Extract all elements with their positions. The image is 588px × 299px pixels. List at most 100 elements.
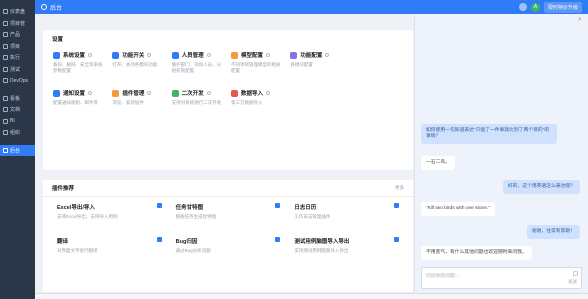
help-icon[interactable] [88, 53, 93, 57]
notification-icon[interactable] [518, 3, 527, 11]
plugin-title: 插件推荐 [52, 186, 75, 192]
send-button[interactable]: 发送 [568, 279, 577, 285]
help-icon[interactable] [88, 91, 93, 95]
help-icon[interactable] [266, 53, 270, 57]
settings-tile [350, 51, 403, 85]
help-icon[interactable] [206, 53, 211, 57]
chat-message: 好的，这个用英语怎么表达呢？ [502, 180, 580, 194]
settings-tile-icon [230, 51, 238, 59]
sidebar-item-admin[interactable]: 后台 [0, 144, 35, 156]
settings-tile-name: 通知设置 [63, 91, 86, 97]
plugin-item[interactable]: Bug归因通过Bug分析问题 [176, 237, 281, 263]
more-link[interactable]: 更多 [395, 185, 404, 191]
sidebar-item-label: BI [10, 118, 15, 125]
plugin-name: 日志日历 [294, 205, 317, 211]
settings-tile-desc: 浏览、安装插件 [112, 100, 144, 105]
avatar[interactable]: A [530, 2, 540, 12]
status-bar [35, 293, 588, 299]
settings-tile[interactable]: 数据导入第三方数据导入 [230, 89, 284, 123]
settings-tile[interactable]: 人员管理 维护部门、添加人员、分组权限配置 [171, 51, 225, 85]
settings-tile-icon [112, 51, 120, 59]
settings-tile[interactable]: 功能配置各模块配置 [290, 51, 343, 85]
plugin-item[interactable]: 翻译 对界面文字进行翻译 [57, 237, 162, 263]
settings-tile[interactable]: 功能开关 打开、关闭各模块功能 [112, 51, 165, 85]
product-icon [3, 32, 8, 38]
edit-icon[interactable] [573, 271, 578, 276]
plugin-item[interactable]: 测试用例脑图导入导出 支持测试用例脑图导入导出 [294, 237, 399, 263]
download-icon[interactable] [393, 203, 399, 208]
settings-tile-name: 功能开关 [122, 53, 145, 59]
settings-tile[interactable]: 系统设置备份、删除、安全等系统参数配置 [53, 51, 106, 85]
download-icon[interactable] [156, 203, 162, 208]
sidebar-item-label: 仪表盘 [10, 9, 26, 16]
chat-input[interactable]: 问问你的问题... 发送 [421, 267, 582, 289]
sidebar-item-execution[interactable]: 执行 [0, 52, 35, 64]
devops-icon [3, 78, 8, 84]
download-icon[interactable] [393, 237, 399, 242]
plugin-item[interactable]: 任务甘特图根据任务生成甘特图 [176, 203, 281, 229]
sidebar: 仪表盘 项目管 产品 项目 执行 测试 DevOps 看板 文档 BI 组织 后… [0, 0, 35, 299]
chat-panel: × 如何使用一句知道表达“只能了一件事就比别了两个目的”的事情？ 一石二鸟。 好… [414, 14, 588, 299]
sidebar-item-label: 文档 [10, 107, 21, 114]
home-icon[interactable] [41, 4, 47, 10]
settings-tile-desc: 第三方数据导入 [230, 100, 263, 105]
sidebar-item-project[interactable]: 项目 [0, 41, 35, 53]
execution-icon [3, 55, 8, 61]
settings-tile-desc: 各模块配置 [290, 62, 313, 67]
sidebar-item-label: 执行 [10, 55, 21, 62]
settings-tile-icon [171, 51, 179, 59]
settings-tile[interactable]: 插件管理 浏览、安装插件 [112, 89, 165, 123]
help-icon[interactable] [206, 91, 211, 95]
doc-icon [3, 107, 8, 113]
sidebar-item-bi[interactable]: BI [0, 116, 35, 128]
settings-tile-name: 功能配置 [300, 53, 323, 59]
project-icon [3, 43, 8, 49]
download-icon[interactable] [275, 203, 281, 208]
help-icon[interactable] [325, 53, 330, 57]
settings-tile-desc: 备份、删除、安全等系统参数配置 [53, 62, 103, 73]
plugin-desc: 通过Bug分析问题 [175, 248, 211, 253]
settings-tile[interactable]: 模型配置 不同项目管理模型的相关配置 [230, 51, 284, 85]
download-icon[interactable] [156, 237, 162, 242]
help-icon[interactable] [266, 91, 270, 95]
plugin-name: 任务甘特图 [175, 205, 204, 211]
sidebar-item-test[interactable]: 测试 [0, 64, 35, 76]
settings-panel: 设置 系统设置 备份、删除、安全等系统参数配置 功能开关 打开、关闭各模块功能 人员管理… [43, 30, 413, 170]
sidebar-item-product[interactable]: 产品 [0, 29, 35, 41]
settings-tile[interactable]: 二次开发 支持对系统进行二次开发 [171, 89, 225, 123]
settings-tile-desc: 维护部门、添加人员、分组权限配置 [171, 62, 222, 73]
sidebar-item-label: 项目 [10, 43, 21, 50]
org-icon [3, 130, 8, 136]
sidebar-item-doc[interactable]: 文档 [0, 104, 35, 116]
sidebar-item-devops[interactable]: DevOps [0, 75, 35, 87]
settings-tile-desc: 配置通知规则、邮件等 [53, 100, 98, 105]
help-icon[interactable] [147, 91, 152, 95]
plugin-name: Bug归因 [175, 239, 198, 245]
settings-tile-name: 系统设置 [63, 53, 86, 59]
sidebar-item-kanban[interactable]: 看板 [0, 93, 35, 105]
chat-message: 一石二鸟。 [421, 156, 455, 170]
upgrade-button[interactable]: 限时特价升级 [543, 1, 582, 13]
help-icon[interactable] [147, 53, 152, 57]
plugin-item[interactable]: Excel导出/导入 支持Excel导出、支持导入用例 [57, 203, 162, 229]
sidebar-item-label: DevOps [10, 77, 29, 84]
sidebar-item-org[interactable]: 组织 [0, 127, 35, 139]
sidebar-item-label: 后台 [10, 147, 21, 154]
admin-icon [3, 147, 8, 153]
sidebar-item-label: 产品 [10, 32, 21, 39]
sidebar-item-dashboard[interactable]: 仪表盘 [0, 6, 35, 18]
plugin-name: 测试用例脑图导入导出 [294, 239, 350, 245]
settings-tile-name: 数据导入 [240, 91, 263, 97]
plugin-desc: 根据任务生成甘特图 [175, 214, 217, 219]
close-icon[interactable]: × [578, 17, 583, 23]
plugin-item[interactable]: 日志日历工作日志管理插件 [294, 203, 399, 229]
download-icon[interactable] [275, 237, 281, 242]
plugin-desc: 工作日志管理插件 [294, 214, 331, 219]
plugin-name: 翻译 [57, 239, 69, 245]
settings-tile-icon [53, 51, 60, 59]
plugin-panel: 插件推荐 更多 Excel导出/导入 支持Excel导出、支持导入用例 任务甘特图根… [43, 180, 413, 292]
chat-input-placeholder: 问问你的问题... [426, 274, 459, 279]
sidebar-item-program[interactable]: 项目管 [0, 18, 35, 30]
settings-tile[interactable]: 通知设置配置通知规则、邮件等 [53, 89, 106, 123]
sidebar-item-label: 看板 [10, 95, 21, 102]
